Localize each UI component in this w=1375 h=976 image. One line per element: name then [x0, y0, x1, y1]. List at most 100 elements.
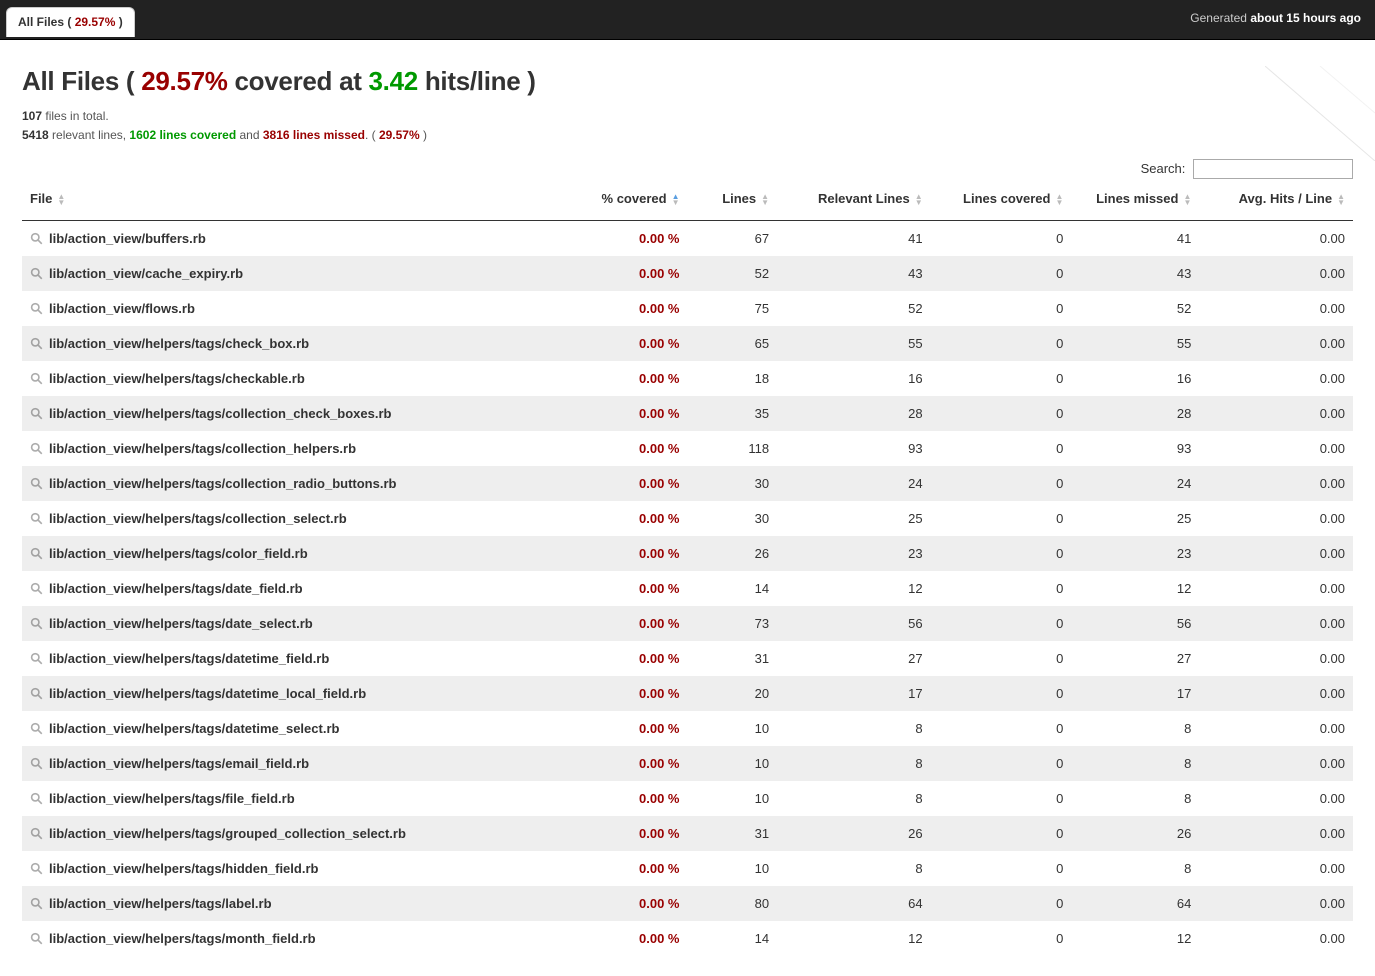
missed-cell: 16 [1071, 361, 1199, 396]
generated-time-value: about 15 hours ago [1250, 11, 1361, 25]
covered-cell: 0 [931, 501, 1072, 536]
file-cell[interactable]: lib/action_view/helpers/tags/checkable.r… [22, 361, 547, 396]
table-row[interactable]: lib/action_view/helpers/tags/datetime_fi… [22, 641, 1353, 676]
lines-cell: 80 [688, 886, 778, 921]
missed-cell: 93 [1071, 431, 1199, 466]
missed-cell: 43 [1071, 256, 1199, 291]
lines-cell: 14 [688, 571, 778, 606]
missed-cell: 52 [1071, 291, 1199, 326]
file-name: lib/action_view/helpers/tags/file_field.… [49, 791, 295, 806]
missed-cell: 56 [1071, 606, 1199, 641]
file-cell[interactable]: lib/action_view/helpers/tags/label.rb [22, 886, 547, 921]
file-name: lib/action_view/helpers/tags/hidden_fiel… [49, 861, 318, 876]
file-cell[interactable]: lib/action_view/helpers/tags/month_field… [22, 921, 547, 956]
title-hits: 3.42 [369, 66, 418, 96]
table-row[interactable]: lib/action_view/helpers/tags/collection_… [22, 501, 1353, 536]
avg-cell: 0.00 [1199, 711, 1353, 746]
relevant-cell: 12 [777, 921, 931, 956]
file-cell[interactable]: lib/action_view/cache_expiry.rb [22, 256, 547, 291]
pct-cell: 0.00 % [547, 291, 688, 326]
file-cell[interactable]: lib/action_view/helpers/tags/date_select… [22, 606, 547, 641]
file-cell[interactable]: lib/action_view/flows.rb [22, 291, 547, 326]
lines-cell: 75 [688, 291, 778, 326]
table-row[interactable]: lib/action_view/helpers/tags/label.rb0.0… [22, 886, 1353, 921]
col-covered[interactable]: % covered▲▼ [547, 181, 688, 221]
table-row[interactable]: lib/action_view/buffers.rb0.00 %67410410… [22, 221, 1353, 257]
missed-cell: 25 [1071, 501, 1199, 536]
table-row[interactable]: lib/action_view/helpers/tags/date_select… [22, 606, 1353, 641]
summary-and: and [236, 128, 263, 142]
table-row[interactable]: lib/action_view/helpers/tags/hidden_fiel… [22, 851, 1353, 886]
table-row[interactable]: lib/action_view/helpers/tags/check_box.r… [22, 326, 1353, 361]
table-row[interactable]: lib/action_view/helpers/tags/file_field.… [22, 781, 1353, 816]
summary-covered-count: 1602 [129, 128, 156, 142]
table-row[interactable]: lib/action_view/helpers/tags/datetime_lo… [22, 676, 1353, 711]
missed-cell: 26 [1071, 816, 1199, 851]
file-cell[interactable]: lib/action_view/helpers/tags/color_field… [22, 536, 547, 571]
covered-cell: 0 [931, 536, 1072, 571]
file-name: lib/action_view/helpers/tags/month_field… [49, 931, 316, 946]
col-avg-label: Avg. Hits / Line [1239, 191, 1332, 206]
avg-cell: 0.00 [1199, 641, 1353, 676]
table-row[interactable]: lib/action_view/helpers/tags/email_field… [22, 746, 1353, 781]
file-cell[interactable]: lib/action_view/helpers/tags/date_field.… [22, 571, 547, 606]
file-cell[interactable]: lib/action_view/helpers/tags/datetime_se… [22, 711, 547, 746]
table-row[interactable]: lib/action_view/cache_expiry.rb0.00 %524… [22, 256, 1353, 291]
file-cell[interactable]: lib/action_view/helpers/tags/email_field… [22, 746, 547, 781]
col-lines-missed[interactable]: Lines missed▲▼ [1071, 181, 1199, 221]
file-cell[interactable]: lib/action_view/helpers/tags/datetime_fi… [22, 641, 547, 676]
table-row[interactable]: lib/action_view/helpers/tags/collection_… [22, 431, 1353, 466]
table-row[interactable]: lib/action_view/helpers/tags/color_field… [22, 536, 1353, 571]
avg-cell: 0.00 [1199, 256, 1353, 291]
col-relevant[interactable]: Relevant Lines▲▼ [777, 181, 931, 221]
summary-relevant-suffix: relevant lines, [49, 128, 130, 142]
lines-cell: 18 [688, 361, 778, 396]
sort-icon: ▲▼ [1337, 194, 1345, 206]
lines-cell: 20 [688, 676, 778, 711]
file-cell[interactable]: lib/action_view/helpers/tags/grouped_col… [22, 816, 547, 851]
table-row[interactable]: lib/action_view/helpers/tags/grouped_col… [22, 816, 1353, 851]
table-row[interactable]: lib/action_view/helpers/tags/date_field.… [22, 571, 1353, 606]
col-avg[interactable]: Avg. Hits / Line ▲▼ [1199, 181, 1353, 221]
col-lines-covered[interactable]: Lines covered▲▼ [931, 181, 1072, 221]
col-relevant-label: Relevant Lines [818, 191, 910, 206]
col-lines-label: Lines [722, 191, 756, 206]
missed-cell: 24 [1071, 466, 1199, 501]
summary: 107 files in total. 5418 relevant lines,… [22, 107, 1353, 145]
sort-icon: ▲▼ [1055, 194, 1063, 206]
table-row[interactable]: lib/action_view/helpers/tags/checkable.r… [22, 361, 1353, 396]
file-name: lib/action_view/helpers/tags/collection_… [49, 441, 356, 456]
top-bar: All Files ( 29.57% ) Generated about 15 … [0, 0, 1375, 40]
relevant-cell: 55 [777, 326, 931, 361]
table-row[interactable]: lib/action_view/helpers/tags/collection_… [22, 466, 1353, 501]
file-cell[interactable]: lib/action_view/helpers/tags/check_box.r… [22, 326, 547, 361]
file-cell[interactable]: lib/action_view/helpers/tags/collection_… [22, 396, 547, 431]
avg-cell: 0.00 [1199, 746, 1353, 781]
lines-cell: 52 [688, 256, 778, 291]
tab-all-files[interactable]: All Files ( 29.57% ) [6, 7, 135, 37]
file-cell[interactable]: lib/action_view/helpers/tags/collection_… [22, 466, 547, 501]
file-cell[interactable]: lib/action_view/helpers/tags/hidden_fiel… [22, 851, 547, 886]
col-lines[interactable]: Lines▲▼ [688, 181, 778, 221]
file-cell[interactable]: lib/action_view/helpers/tags/collection_… [22, 501, 547, 536]
search-input[interactable] [1193, 159, 1353, 179]
covered-cell: 0 [931, 326, 1072, 361]
file-cell[interactable]: lib/action_view/helpers/tags/file_field.… [22, 781, 547, 816]
title-pct: 29.57% [141, 66, 227, 96]
file-cell[interactable]: lib/action_view/helpers/tags/datetime_lo… [22, 676, 547, 711]
table-row[interactable]: lib/action_view/helpers/tags/collection_… [22, 396, 1353, 431]
table-row[interactable]: lib/action_view/flows.rb0.00 %75520520.0… [22, 291, 1353, 326]
avg-cell: 0.00 [1199, 536, 1353, 571]
col-lines-missed-label: Lines missed [1096, 191, 1178, 206]
table-row[interactable]: lib/action_view/helpers/tags/datetime_se… [22, 711, 1353, 746]
avg-cell: 0.00 [1199, 361, 1353, 396]
covered-cell: 0 [931, 221, 1072, 257]
col-file[interactable]: File▲▼ [22, 181, 547, 221]
covered-cell: 0 [931, 291, 1072, 326]
pct-cell: 0.00 % [547, 501, 688, 536]
generated-prefix: Generated [1190, 11, 1250, 25]
table-row[interactable]: lib/action_view/helpers/tags/month_field… [22, 921, 1353, 956]
file-cell[interactable]: lib/action_view/buffers.rb [22, 221, 547, 257]
file-cell[interactable]: lib/action_view/helpers/tags/collection_… [22, 431, 547, 466]
file-name: lib/action_view/helpers/tags/color_field… [49, 546, 308, 561]
